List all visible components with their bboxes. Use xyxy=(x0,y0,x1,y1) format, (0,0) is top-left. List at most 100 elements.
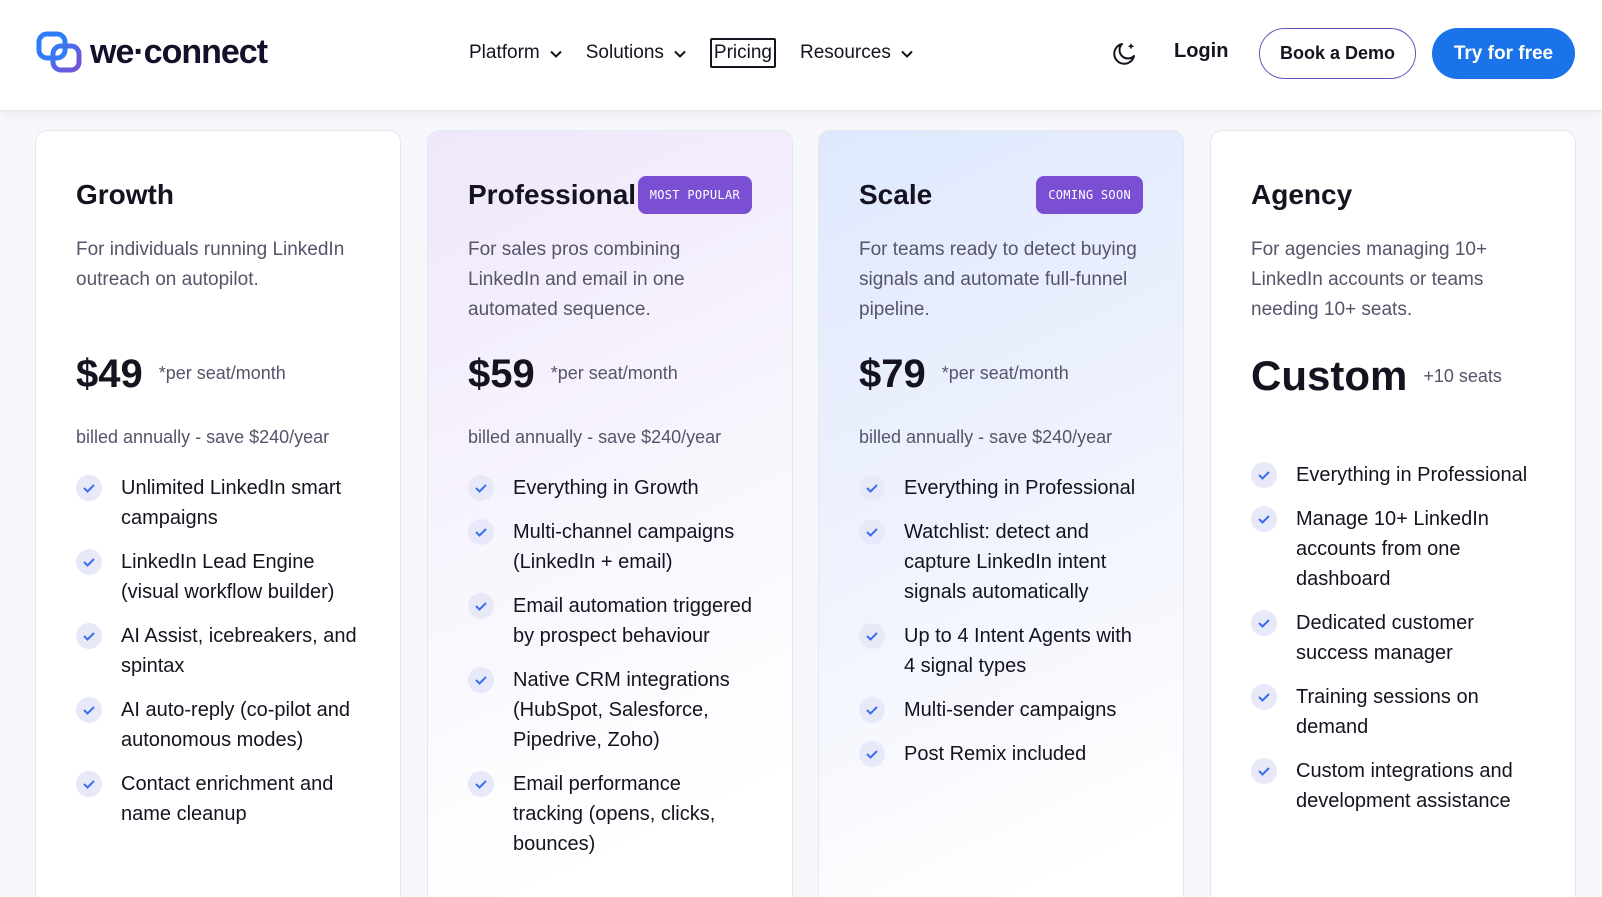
feature-text: Multi-sender campaigns xyxy=(904,699,1117,721)
plan-title: Agency xyxy=(1251,179,1353,210)
feature-text: Everything in Professional xyxy=(904,477,1136,499)
feature-item: Native CRM integrations (HubSpot, Salesf… xyxy=(468,665,752,755)
feature-item: Up to 4 Intent Agents with 4 signal type… xyxy=(859,621,1143,681)
check-icon xyxy=(76,623,102,649)
chevron-down-icon xyxy=(674,42,686,64)
feature-text: Unlimited LinkedIn smart campaigns xyxy=(121,477,342,529)
feature-item: AI Assist, icebreakers, and spintax xyxy=(76,621,360,681)
feature-item: AI auto-reply (co-pilot and autonomous m… xyxy=(76,695,360,755)
book-demo-button[interactable]: Book a Demo xyxy=(1259,28,1416,79)
check-icon xyxy=(468,771,494,797)
check-icon xyxy=(76,475,102,501)
feature-text: Contact enrichment and name cleanup xyxy=(121,773,334,825)
feature-item: Email automation triggered by prospect b… xyxy=(468,591,752,651)
feature-item: Post Remix included xyxy=(859,739,1143,769)
feature-text: Post Remix included xyxy=(904,743,1087,765)
check-icon xyxy=(468,519,494,545)
check-icon xyxy=(76,697,102,723)
feature-text: Watchlist: detect and capture LinkedIn i… xyxy=(904,521,1107,603)
plan-title: Professional xyxy=(468,179,637,210)
nav-solutions[interactable]: Solutions xyxy=(586,38,686,68)
check-icon xyxy=(1251,462,1277,488)
check-icon xyxy=(76,549,102,575)
nav-platform-label: Platform xyxy=(469,42,540,63)
feature-text: Up to 4 Intent Agents with 4 signal type… xyxy=(904,625,1132,677)
plan-price: $59 xyxy=(468,352,535,396)
login-link[interactable]: Login xyxy=(1174,40,1228,63)
feature-text: Everything in Professional xyxy=(1296,464,1528,486)
check-icon xyxy=(76,771,102,797)
feature-list: Unlimited LinkedIn smart campaigns Linke… xyxy=(76,473,360,829)
feature-list: Everything in Growth Multi-channel campa… xyxy=(468,473,752,859)
check-icon xyxy=(468,475,494,501)
feature-item: Contact enrichment and name cleanup xyxy=(76,769,360,829)
nav-resources-label: Resources xyxy=(800,42,891,63)
billing-note: billed annually - save $240/year xyxy=(76,427,330,447)
feature-item: Watchlist: detect and capture LinkedIn i… xyxy=(859,517,1143,607)
most-popular-badge: MOST POPULAR xyxy=(637,176,752,214)
logo-wordmark: we·connect xyxy=(90,32,268,71)
billing-note: billed annually - save $240/year xyxy=(859,427,1113,447)
price-row: $49 *per seat/month xyxy=(76,352,360,407)
try-for-free-button[interactable]: Try for free xyxy=(1432,28,1575,79)
feature-item: Training sessions on demand xyxy=(1251,682,1535,742)
feature-item: Unlimited LinkedIn smart campaigns xyxy=(76,473,360,533)
card-title-row: Professional MOST POPULAR xyxy=(468,175,752,215)
feature-text: Training sessions on demand xyxy=(1296,686,1479,738)
price-note: *per seat/month xyxy=(550,363,678,383)
price-note: *per seat/month xyxy=(941,363,1069,383)
feature-item: Everything in Growth xyxy=(468,473,752,503)
feature-item: Multi-sender campaigns xyxy=(859,695,1143,725)
price-row: Custom +10 seats xyxy=(1251,352,1535,407)
plan-card-scale: Scale COMING SOON For teams ready to det… xyxy=(818,130,1184,897)
nav-platform[interactable]: Platform xyxy=(469,38,562,68)
billing-note xyxy=(1251,427,1535,457)
plan-description: For individuals running LinkedIn outreac… xyxy=(76,239,345,290)
price-note: *per seat/month xyxy=(158,363,286,383)
plan-price: Custom xyxy=(1251,352,1408,399)
plan-price: $49 xyxy=(76,352,143,396)
card-title-row: Scale COMING SOON xyxy=(859,175,1143,215)
feature-item: Multi-channel campaigns (LinkedIn + emai… xyxy=(468,517,752,577)
card-title-row: Agency xyxy=(1251,175,1535,215)
check-icon xyxy=(1251,758,1277,784)
chevron-down-icon xyxy=(550,42,562,64)
check-icon xyxy=(859,623,885,649)
feature-text: AI auto-reply (co-pilot and autonomous m… xyxy=(121,699,351,751)
plan-description: For sales pros combining LinkedIn and em… xyxy=(468,239,685,320)
feature-text: Manage 10+ LinkedIn accounts from one da… xyxy=(1296,508,1489,590)
feature-text: Custom integrations and development assi… xyxy=(1296,760,1513,812)
site-header: we·connect Platform Solutions Pricing Re… xyxy=(0,0,1602,110)
plan-description: For agencies managing 10+ LinkedIn accou… xyxy=(1251,239,1488,320)
price-note: +10 seats xyxy=(1423,366,1502,386)
nav-pricing[interactable]: Pricing xyxy=(709,38,776,68)
feature-list: Everything in Professional Manage 10+ Li… xyxy=(1251,460,1535,816)
feature-item: LinkedIn Lead Engine (visual workflow bu… xyxy=(76,547,360,607)
logo[interactable]: we·connect xyxy=(36,30,268,74)
chevron-down-icon xyxy=(901,42,913,64)
feature-text: Everything in Growth xyxy=(513,477,699,499)
plan-card-agency: Agency For agencies managing 10+ LinkedI… xyxy=(1210,130,1576,897)
plan-card-growth: Growth For individuals running LinkedIn … xyxy=(35,130,401,897)
plan-description: For teams ready to detect buying signals… xyxy=(859,239,1137,320)
feature-text: Dedicated customer success manager xyxy=(1296,612,1474,664)
billing-note: billed annually - save $240/year xyxy=(468,427,722,447)
feature-text: LinkedIn Lead Engine (visual workflow bu… xyxy=(121,551,335,603)
check-icon xyxy=(468,667,494,693)
check-icon xyxy=(1251,506,1277,532)
nav-pricing-label: Pricing xyxy=(713,42,772,63)
feature-text: Email performance tracking (opens, click… xyxy=(513,773,716,855)
check-icon xyxy=(859,741,885,767)
price-row: $59 *per seat/month xyxy=(468,352,752,407)
check-icon xyxy=(468,593,494,619)
chain-link-logo-icon xyxy=(36,30,86,74)
price-row: $79 *per seat/month xyxy=(859,352,1143,407)
nav-resources[interactable]: Resources xyxy=(800,38,913,68)
feature-text: Native CRM integrations (HubSpot, Salesf… xyxy=(513,669,730,751)
check-icon xyxy=(1251,684,1277,710)
feature-item: Manage 10+ LinkedIn accounts from one da… xyxy=(1251,504,1535,594)
plan-title: Growth xyxy=(76,179,174,210)
theme-toggle-button[interactable] xyxy=(1110,40,1138,68)
nav-solutions-label: Solutions xyxy=(585,42,664,63)
feature-item: Dedicated customer success manager xyxy=(1251,608,1535,668)
